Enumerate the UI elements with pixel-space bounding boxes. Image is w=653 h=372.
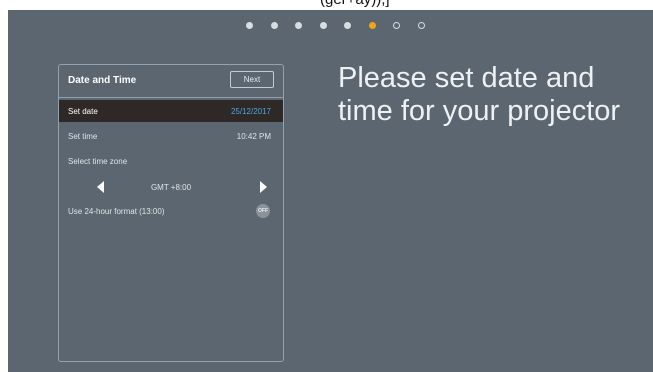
progress-dot-1 bbox=[246, 22, 253, 29]
progress-dot-8 bbox=[418, 22, 425, 29]
setup-prompt: Please set date and time for your projec… bbox=[338, 62, 621, 127]
set-date-value: 25/12/2017 bbox=[230, 107, 271, 116]
set-time-label: Set time bbox=[68, 132, 98, 141]
set-time-value: 10:42 PM bbox=[236, 132, 271, 141]
progress-dot-3 bbox=[295, 22, 302, 29]
arrow-right-icon[interactable] bbox=[260, 181, 267, 193]
time-zone-value: GMT +8:00 bbox=[150, 183, 192, 192]
set-date-row[interactable]: Set date 25/12/2017 bbox=[59, 100, 283, 122]
format-24h-label: Use 24-hour format (13:00) bbox=[68, 207, 165, 216]
top-edge-text: (ger+ay)),] bbox=[0, 0, 653, 10]
progress-indicator bbox=[0, 22, 653, 34]
cropped-heading: (ger+ay)),] bbox=[320, 0, 390, 8]
next-button[interactable]: Next bbox=[230, 71, 274, 88]
set-date-label: Set date bbox=[68, 107, 98, 116]
panel-title: Date and Time bbox=[68, 75, 137, 86]
date-time-panel: Date and Time Next Set date 25/12/2017 S… bbox=[58, 64, 284, 362]
progress-dot-5 bbox=[344, 22, 351, 29]
set-time-row[interactable]: Set time 10:42 PM bbox=[59, 125, 283, 147]
time-zone-row[interactable]: Select time zone bbox=[59, 150, 283, 172]
progress-dot-4 bbox=[320, 22, 327, 29]
time-zone-label: Select time zone bbox=[68, 157, 128, 166]
format-24h-toggle[interactable]: OFF bbox=[256, 204, 270, 218]
panel-header: Date and Time Next bbox=[59, 65, 283, 98]
progress-dot-2 bbox=[271, 22, 278, 29]
progress-dot-current bbox=[369, 22, 376, 29]
format-24h-row[interactable]: Use 24-hour format (13:00) bbox=[59, 200, 283, 222]
progress-dot-7 bbox=[393, 22, 400, 29]
